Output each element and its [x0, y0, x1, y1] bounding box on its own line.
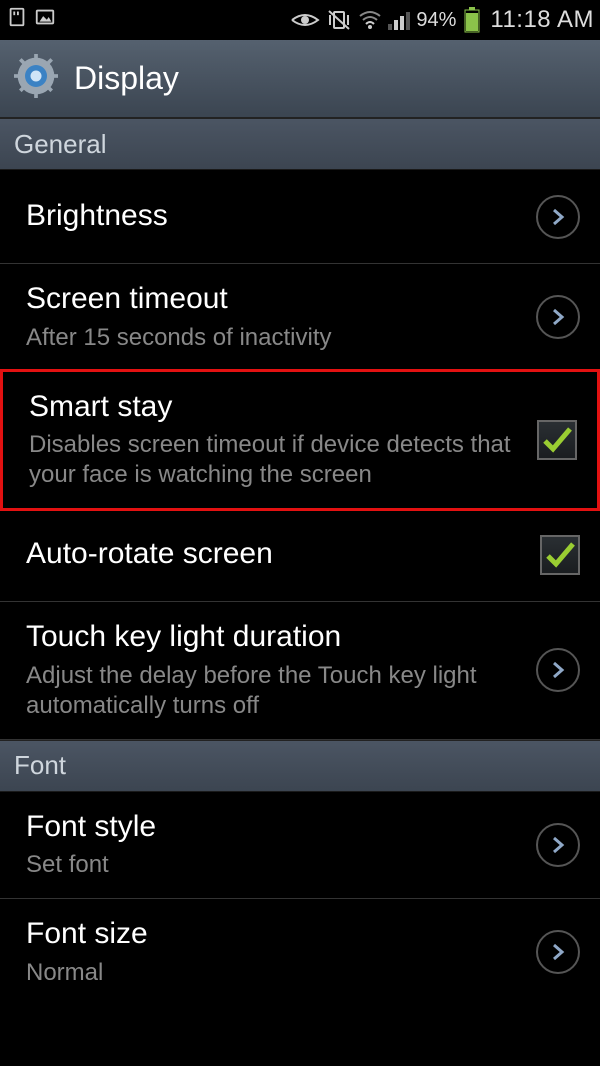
item-title: Font style: [26, 810, 520, 845]
item-subtitle: Set font: [26, 850, 520, 880]
item-font-size[interactable]: Font size Normal: [0, 899, 600, 1006]
section-header-font: Font: [0, 740, 600, 792]
signal-icon: [388, 10, 410, 30]
chevron-right-icon: [536, 195, 580, 239]
chevron-right-icon: [536, 295, 580, 339]
vibrate-icon: [326, 9, 352, 31]
status-right: 94% 11:18 AM: [290, 6, 594, 34]
gear-icon: [14, 54, 58, 103]
status-left: [6, 6, 56, 34]
wifi-icon: [358, 10, 382, 30]
item-title: Brightness: [26, 199, 520, 234]
status-bar: 94% 11:18 AM: [0, 0, 600, 40]
screen-header: Display: [0, 40, 600, 118]
item-auto-rotate[interactable]: Auto-rotate screen: [0, 508, 600, 602]
smart-stay-icon: [290, 10, 320, 30]
sd-card-icon: [6, 6, 28, 34]
item-title: Font size: [26, 917, 520, 952]
image-icon: [34, 6, 56, 34]
item-brightness[interactable]: Brightness: [0, 170, 600, 264]
item-subtitle: Disables screen timeout if device detect…: [29, 430, 521, 490]
battery-percent: 94%: [416, 9, 456, 32]
item-title: Auto-rotate screen: [26, 537, 524, 572]
chevron-right-icon: [536, 930, 580, 974]
item-title: Smart stay: [29, 390, 521, 425]
chevron-right-icon: [536, 823, 580, 867]
item-touch-key-light[interactable]: Touch key light duration Adjust the dela…: [0, 602, 600, 740]
item-smart-stay[interactable]: Smart stay Disables screen timeout if de…: [0, 369, 600, 512]
item-title: Screen timeout: [26, 282, 520, 317]
item-font-style[interactable]: Font style Set font: [0, 792, 600, 900]
chevron-right-icon: [536, 648, 580, 692]
battery-icon: [464, 7, 480, 33]
item-subtitle: Adjust the delay before the Touch key li…: [26, 661, 520, 721]
item-screen-timeout[interactable]: Screen timeout After 15 seconds of inact…: [0, 264, 600, 372]
clock: 11:18 AM: [490, 6, 594, 34]
item-subtitle: After 15 seconds of inactivity: [26, 323, 520, 353]
section-header-general: General: [0, 118, 600, 170]
screen-title: Display: [74, 60, 179, 97]
item-title: Touch key light duration: [26, 620, 520, 655]
checkbox-checked[interactable]: [537, 420, 577, 460]
checkbox-checked[interactable]: [540, 535, 580, 575]
item-subtitle: Normal: [26, 958, 520, 988]
